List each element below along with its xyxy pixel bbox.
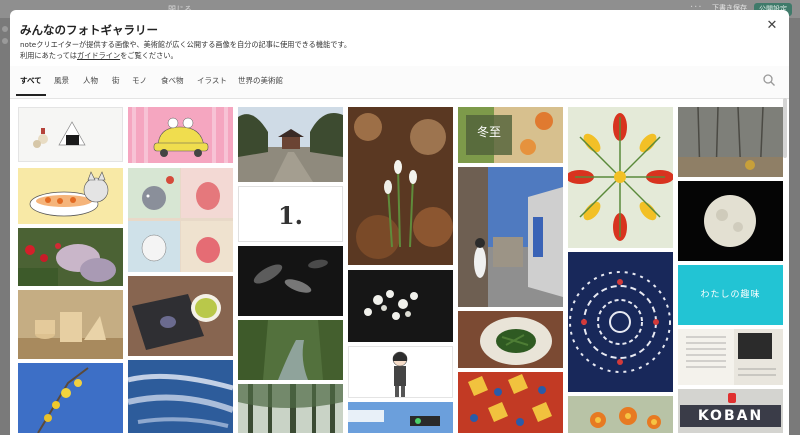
photo-gallery-modal: みんなのフォトギャラリー ✕ noteクリエイターが提供する画像や、美術館が広く… [10, 10, 789, 435]
description-line-2: 利用にあたってはガイドラインをご覧ください。 [20, 50, 351, 61]
tab-people[interactable]: 人物 [83, 75, 98, 86]
photo-winter-solstice[interactable]: 冬至 [458, 107, 563, 163]
modal-title: みんなのフォトギャラリー [20, 23, 158, 37]
photo-street-scene[interactable] [458, 167, 563, 307]
tile-number-text: 1. [277, 201, 304, 230]
tile-watashi-text: わたしの趣味 [700, 290, 761, 300]
tab-illustration[interactable]: イラスト [197, 75, 227, 86]
photo-flower-garden[interactable] [18, 228, 123, 286]
tab-things[interactable]: モノ [132, 75, 147, 86]
tile-koban-text: KOBAN [697, 408, 764, 424]
search-icon[interactable] [762, 73, 776, 87]
description-suffix: をご覧ください。 [120, 51, 178, 60]
modal-description: noteクリエイターが提供する画像や、美術館が広く公開する画像を自分の記事に使用… [20, 39, 351, 61]
photo-watashi-no-shumi[interactable]: わたしの趣味 [678, 265, 783, 325]
photo-snowdrop-flowers[interactable] [348, 107, 453, 265]
photo-grid: 1. 冬至 わたしの趣味 KOBAN [18, 98, 785, 435]
photo-koban-sign[interactable]: KOBAN [678, 389, 783, 433]
tab-landscape[interactable]: 風景 [54, 75, 69, 86]
tab-town[interactable]: 街 [112, 75, 120, 86]
photo-number-one[interactable]: 1. [238, 186, 343, 242]
photo-red-pattern-textile[interactable] [458, 372, 563, 433]
photo-yellow-flowers-sky[interactable] [18, 363, 123, 433]
photo-blue-kaleidoscope[interactable] [568, 252, 673, 392]
photo-river-forest[interactable] [238, 320, 343, 380]
photo-temple-path[interactable] [238, 107, 343, 182]
photo-dry-forest[interactable] [678, 107, 783, 177]
photo-orange-flowers[interactable] [568, 396, 673, 433]
description-prefix: 利用にあたっては [20, 51, 77, 60]
tab-all[interactable]: すべて [20, 75, 42, 86]
photo-full-moon[interactable] [678, 181, 783, 261]
tile-touji-text: 冬至 [476, 125, 501, 139]
tab-world-museums[interactable]: 世界の美術館 [238, 75, 283, 86]
photo-document-pages[interactable] [678, 329, 783, 385]
photo-illustration-cats-grid[interactable] [128, 168, 233, 272]
category-tabs: すべて 風景 人物 街 モノ 食べ物 イラスト 世界の美術館 [10, 66, 789, 99]
close-icon[interactable]: ✕ [764, 18, 780, 34]
description-line-1: noteクリエイターが提供する画像や、美術館が広く公開する画像を自分の記事に使用… [20, 40, 352, 49]
photo-wagashi-tea[interactable] [128, 276, 233, 356]
photo-illustration-bath-cat[interactable] [18, 168, 123, 224]
photo-illustration-woman[interactable] [348, 346, 453, 398]
scrollbar[interactable] [783, 98, 787, 158]
photo-dark-leaves[interactable] [238, 246, 343, 316]
photo-illustration-yellow-car[interactable] [128, 107, 233, 163]
photo-onigiri[interactable] [18, 107, 123, 162]
active-tab-indicator [16, 94, 46, 96]
tab-food[interactable]: 食べ物 [161, 75, 184, 86]
photo-wooden-blocks[interactable] [18, 290, 123, 359]
photo-blue-sky-clouds[interactable] [128, 360, 233, 433]
photo-flower-mandala[interactable] [568, 107, 673, 248]
photo-white-blossoms[interactable] [348, 270, 453, 342]
photo-sign-traffic-light[interactable] [348, 402, 453, 433]
photo-tall-trees[interactable] [238, 384, 343, 433]
photo-greens-plate[interactable] [458, 311, 563, 368]
guideline-link[interactable]: ガイドライン [77, 51, 120, 60]
background-sidebar [0, 20, 10, 60]
